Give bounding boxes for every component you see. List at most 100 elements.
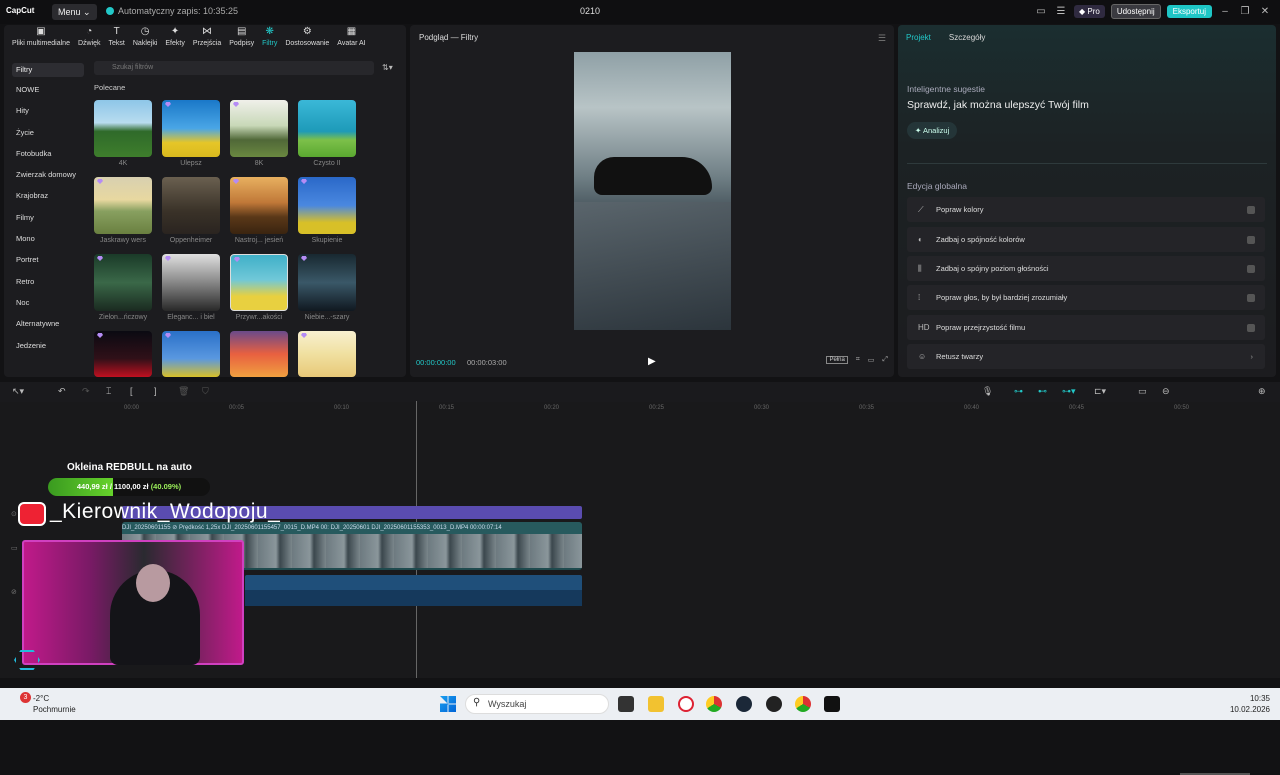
filter-tile[interactable] [162,100,220,157]
toggle[interactable] [1247,206,1255,214]
option-fix-colors[interactable]: ⟋ Popraw kolory [907,197,1265,222]
opera-icon[interactable] [678,696,694,712]
category-item[interactable]: Retro [12,271,84,292]
toggle[interactable] [1247,236,1255,244]
category-selected[interactable]: Filtry [12,63,84,77]
capcut-taskbar-icon[interactable] [824,696,840,712]
filter-tile[interactable] [94,177,152,234]
file-explorer-icon[interactable] [648,696,664,712]
filter-tile[interactable] [162,254,220,311]
project-name[interactable]: 0210 [580,6,600,16]
list-icon[interactable]: ☰ [1054,5,1068,19]
category-item[interactable]: Życie [12,122,84,143]
zoom-out-icon[interactable]: ⊖ [1162,386,1170,397]
option-face-retouch[interactable]: ☺ Retusz twarzy › [907,344,1265,369]
filter-tile[interactable] [94,100,152,157]
layout-icon[interactable]: ▭ [1034,5,1048,19]
minimize-icon[interactable]: – [1218,5,1232,19]
filter-tile[interactable] [298,177,356,234]
windows-start-icon[interactable] [440,696,456,712]
task-view-icon[interactable] [618,696,634,712]
weather-widget[interactable]: -2°C Pochmurnie [10,693,76,715]
redo-icon[interactable]: ↷ [82,386,90,397]
filter-tile[interactable] [162,177,220,234]
video-canvas[interactable] [574,52,731,330]
fullscreen-icon[interactable]: ⤢ [882,356,888,364]
chrome-icon[interactable] [706,696,722,712]
audio-track-icon[interactable]: ⊘ [11,588,17,596]
video-track-icon[interactable]: ▭ [11,544,18,552]
filter-tile[interactable] [94,331,152,377]
time-ruler[interactable]: 00:00 00:05 00:10 00:15 00:20 00:25 00:3… [0,402,1280,416]
caption-icon[interactable]: ▭ [1138,386,1147,397]
preview-menu-icon[interactable]: ☰ [878,33,886,44]
export-button[interactable]: Eksportuj [1166,5,1212,18]
tab-audio[interactable]: ◔ Dźwięk [74,25,105,48]
category-item[interactable]: Jedzenie [12,335,84,356]
split-right-icon[interactable]: ] [154,386,157,396]
chrome-icon-2[interactable] [795,696,811,712]
tab-project[interactable]: Projekt [906,33,931,42]
tab-text[interactable]: T Tekst [105,25,129,48]
category-item[interactable]: Zwierzak domowy [12,164,84,185]
filter-tile[interactable] [230,100,288,157]
play-icon[interactable]: ▶ [648,356,656,367]
close-icon[interactable]: ✕ [1258,5,1272,19]
category-item[interactable]: NOWE [12,79,84,100]
link-icon[interactable]: ⊶ [1014,386,1023,397]
ratio-icon[interactable]: ▭ [868,356,875,364]
share-button[interactable]: Udostępnij [1110,4,1161,19]
tab-media[interactable]: ▣ Pliki multimedialne [8,25,74,48]
tab-adjust[interactable]: ⚙ Dostosowanie [281,25,333,48]
category-item[interactable]: Mono [12,228,84,249]
tab-transitions[interactable]: ⋈ Przejścia [189,25,225,48]
system-clock[interactable]: 10:35 10.02.2026 [1230,693,1270,715]
category-item[interactable]: Alternatywne [12,313,84,334]
option-voice-enhance[interactable]: ⁞ Popraw głos, by był bardziej zrozumiały [907,285,1265,310]
steam-icon[interactable] [736,696,752,712]
filter-tile[interactable] [230,254,288,311]
tab-avatar-ai[interactable]: ▦ Avatar AI [333,25,369,48]
tab-details[interactable]: Szczegóły [949,33,985,42]
option-clarity[interactable]: HD Popraw przejrzystość filmu [907,315,1265,340]
tab-effects[interactable]: ✦ Efekty [161,25,188,48]
tab-stickers[interactable]: ◷ Naklejki [129,25,162,48]
filter-tile[interactable] [230,177,288,234]
split-icon[interactable]: ⌶ [106,386,111,397]
menu-button[interactable]: Menu ⌄ [52,4,97,20]
option-loudness[interactable]: ⫼ Zadbaj o spójny poziom głośności [907,256,1265,281]
category-item[interactable]: Filmy [12,207,84,228]
category-item[interactable]: Hity [12,100,84,121]
select-tool-icon[interactable]: ↖▾ [12,386,24,397]
toggle[interactable] [1247,265,1255,273]
toggle[interactable] [1247,294,1255,302]
obs-icon[interactable] [766,696,782,712]
zoom-in-icon[interactable]: ⊕ [1258,386,1266,397]
filter-tile[interactable] [298,331,356,377]
filter-tile[interactable] [298,254,356,311]
split-left-icon[interactable]: [ [130,386,133,396]
preview-axis-icon[interactable]: ⊏▾ [1094,386,1106,397]
category-item[interactable]: Krajobraz [12,185,84,206]
toggle[interactable] [1247,324,1255,332]
taskbar-search[interactable]: Wyszukaj [465,694,609,714]
sort-icon[interactable]: ⇅▾ [382,63,393,72]
maximize-icon[interactable]: ❐ [1238,5,1252,19]
category-item[interactable]: Noc [12,292,84,313]
filter-tile[interactable] [162,331,220,377]
quality-full-button[interactable]: Pełna [826,356,848,364]
magnet-icon[interactable]: ⊷ [1038,386,1047,397]
tab-captions[interactable]: ▤ Podpisy [225,25,258,48]
screenshot-icon[interactable]: ⌗ [856,356,860,364]
option-color-consistency[interactable]: ◐ Zadbaj o spójność kolorów [907,227,1265,252]
tab-filters[interactable]: ❋ Filtry [258,25,281,48]
filter-tile[interactable] [230,331,288,377]
shield-icon[interactable]: ⛉ [202,386,209,397]
analyze-button[interactable]: ✦ Analizuj [907,122,958,139]
undo-icon[interactable]: ↶ [58,386,66,397]
delete-icon[interactable]: 🗑 [178,386,189,397]
pro-button[interactable]: ◆ Pro [1074,5,1105,18]
filter-tile[interactable] [94,254,152,311]
category-item[interactable]: Fotobudka [12,143,84,164]
snap-icon[interactable]: ⊶▾ [1062,386,1076,397]
